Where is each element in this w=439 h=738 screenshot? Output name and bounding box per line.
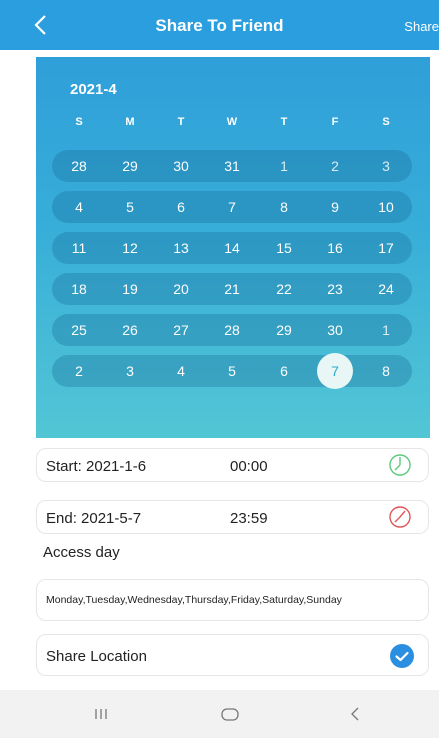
calendar-day[interactable]: 24	[369, 273, 403, 305]
calendar-day[interactable]: 14	[215, 232, 249, 264]
end-date-label: End: 2021-5-7	[46, 510, 142, 527]
calendar-day[interactable]: 28	[215, 314, 249, 346]
back-icon[interactable]	[345, 703, 367, 725]
calendar-day[interactable]: 4	[164, 355, 198, 387]
calendar-day[interactable]: 2	[62, 355, 96, 387]
calendar-day[interactable]: 21	[215, 273, 249, 305]
calendar-day[interactable]: 5	[113, 191, 147, 223]
calendar-day[interactable]: 28	[62, 150, 96, 182]
calendar-day[interactable]: 3	[113, 355, 147, 387]
access-days-value: Monday,Tuesday,Wednesday,Thursday,Friday…	[46, 594, 342, 606]
recents-icon[interactable]	[90, 703, 112, 725]
home-icon[interactable]	[219, 703, 241, 725]
calendar-day[interactable]: 3	[369, 150, 403, 182]
end-date-field[interactable]: End: 2021-5-7 23:59	[36, 500, 429, 534]
calendar-day[interactable]: 27	[164, 314, 198, 346]
app-header: Share To Friend Share	[0, 0, 439, 50]
weekday-label: M	[125, 116, 135, 128]
start-date-label: Start: 2021-1-6	[46, 458, 147, 475]
calendar-day[interactable]: 9	[318, 191, 352, 223]
calendar-month-label: 2021-4	[70, 81, 117, 98]
calendar-day[interactable]: 2	[318, 150, 352, 182]
calendar-day[interactable]: 6	[267, 355, 301, 387]
calendar-day[interactable]: 4	[62, 191, 96, 223]
calendar-day[interactable]: 25	[62, 314, 96, 346]
calendar-day[interactable]: 8	[369, 355, 403, 387]
weekday-label: T	[177, 116, 185, 128]
calendar-day[interactable]: 7	[215, 191, 249, 223]
calendar-day[interactable]: 22	[267, 273, 301, 305]
calendar-day[interactable]: 5	[215, 355, 249, 387]
calendar-day[interactable]: 18	[62, 273, 96, 305]
calendar-day[interactable]: 29	[113, 150, 147, 182]
calendar-day[interactable]: 8	[267, 191, 301, 223]
calendar-day[interactable]: 30	[318, 314, 352, 346]
calendar-day[interactable]: 20	[164, 273, 198, 305]
weekday-label: S	[382, 116, 390, 128]
calendar-day[interactable]: 10	[369, 191, 403, 223]
share-button[interactable]: Share	[404, 19, 439, 34]
start-date-field[interactable]: Start: 2021-1-6 00:00	[36, 448, 429, 482]
calendar-day[interactable]: 19	[113, 273, 147, 305]
calendar: 2021-4 S M T W T F S 28 29 30 31 1 2 3 4 5 6 7 8 9 10…	[36, 57, 430, 438]
calendar-day[interactable]: 16	[318, 232, 352, 264]
calendar-day[interactable]: 15	[267, 232, 301, 264]
share-location-label: Share Location	[46, 648, 147, 665]
access-day-title: Access day	[43, 544, 120, 561]
calendar-day[interactable]: 29	[267, 314, 301, 346]
calendar-day[interactable]: 1	[369, 314, 403, 346]
weekday-label: S	[75, 116, 83, 128]
clock-icon[interactable]	[388, 505, 412, 529]
weekday-header: S M T W T F S	[36, 116, 430, 132]
start-time: 00:00	[230, 458, 268, 475]
calendar-day[interactable]: 23	[318, 273, 352, 305]
access-days-field[interactable]: Monday,Tuesday,Wednesday,Thursday,Friday…	[36, 579, 429, 621]
calendar-day[interactable]: 12	[113, 232, 147, 264]
weekday-label: W	[226, 116, 238, 128]
weekday-label: F	[331, 116, 339, 128]
end-time: 23:59	[230, 510, 268, 527]
weekday-label: T	[280, 116, 288, 128]
calendar-day[interactable]: 11	[62, 232, 96, 264]
calendar-day[interactable]: 26	[113, 314, 147, 346]
system-navigation-bar	[0, 690, 439, 738]
calendar-day-selected[interactable]: 7	[317, 353, 353, 389]
calendar-day[interactable]: 30	[164, 150, 198, 182]
calendar-day[interactable]: 1	[267, 150, 301, 182]
calendar-day[interactable]: 31	[215, 150, 249, 182]
share-location-row[interactable]: Share Location	[36, 634, 429, 676]
check-circle-icon[interactable]	[390, 644, 414, 668]
calendar-day[interactable]: 17	[369, 232, 403, 264]
page-title: Share To Friend	[155, 16, 284, 35]
calendar-day[interactable]: 13	[164, 232, 198, 264]
calendar-day[interactable]: 6	[164, 191, 198, 223]
clock-icon[interactable]	[388, 453, 412, 477]
